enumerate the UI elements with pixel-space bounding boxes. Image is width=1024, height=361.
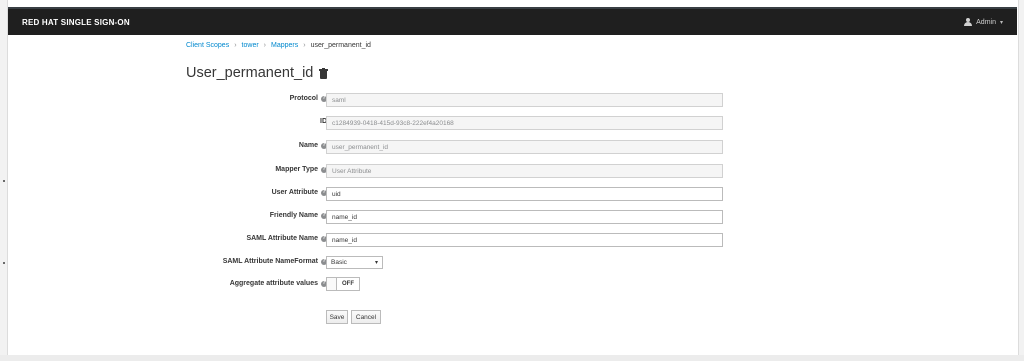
toggle-state: OFF xyxy=(342,281,354,287)
form-row-mapper-type: Mapper Type ? xyxy=(8,164,1017,178)
saml-attribute-name-label-text: SAML Attribute Name xyxy=(246,235,318,242)
trash-icon[interactable] xyxy=(319,67,329,79)
window-right-edge xyxy=(1018,0,1024,361)
protocol-label-text: Protocol xyxy=(289,95,318,102)
id-field xyxy=(326,116,723,130)
form-row-id: ID xyxy=(8,116,1017,130)
form-row-aggregate: Aggregate attribute values ? OFF xyxy=(8,277,1017,292)
aggregate-label: Aggregate attribute values ? xyxy=(230,280,327,287)
saml-nameformat-selected: Basic xyxy=(331,259,347,266)
user-icon xyxy=(964,18,973,26)
name-label: Name ? xyxy=(299,142,327,149)
page-title-text: User_permanent_id xyxy=(186,65,314,81)
cancel-button[interactable]: Cancel xyxy=(351,310,381,324)
breadcrumb: Client Scopes › tower › Mappers › user_p… xyxy=(186,42,371,49)
chevron-down-icon: ▾ xyxy=(999,19,1003,26)
breadcrumb-current: user_permanent_id xyxy=(310,42,371,49)
aggregate-label-text: Aggregate attribute values xyxy=(229,280,318,287)
mapper-type-label: Mapper Type ? xyxy=(275,166,327,173)
breadcrumb-client-scopes[interactable]: Client Scopes xyxy=(186,42,229,49)
protocol-field xyxy=(326,93,723,107)
breadcrumb-mappers[interactable]: Mappers xyxy=(271,42,298,49)
chevron-down-icon: ▾ xyxy=(374,260,378,266)
user-menu[interactable]: Admin ▾ xyxy=(964,18,1017,26)
name-label-text: Name xyxy=(298,142,318,149)
friendly-name-label: Friendly Name ? xyxy=(270,212,327,219)
protocol-label: Protocol ? xyxy=(290,95,327,102)
saml-nameformat-label-text: SAML Attribute NameFormat xyxy=(222,258,318,265)
window-bottom-edge xyxy=(0,355,1024,361)
top-navbar: RED HAT SINGLE SIGN-ON Admin ▾ xyxy=(8,7,1017,35)
form-row-saml-nameformat: SAML Attribute NameFormat ? Basic ▾ xyxy=(8,256,1017,270)
friendly-name-label-text: Friendly Name xyxy=(269,212,318,219)
form-row-user-attribute: User Attribute ? xyxy=(8,187,1017,201)
form-row-friendly-name: Friendly Name ? xyxy=(8,210,1017,224)
user-attribute-label: User Attribute ? xyxy=(272,189,327,196)
mapper-type-label-text: Mapper Type xyxy=(275,166,318,173)
edge-marker xyxy=(3,180,5,182)
breadcrumb-separator: › xyxy=(234,42,237,49)
save-button[interactable]: Save xyxy=(326,310,348,324)
edge-marker xyxy=(3,262,5,264)
window-left-edge xyxy=(0,0,8,361)
form-row-name: Name ? xyxy=(8,140,1017,154)
breadcrumb-tower[interactable]: tower xyxy=(242,42,259,49)
aggregate-toggle[interactable]: OFF xyxy=(326,277,360,291)
brand-title: RED HAT SINGLE SIGN-ON xyxy=(22,17,130,27)
user-menu-label: Admin xyxy=(976,18,996,26)
saml-nameformat-label: SAML Attribute NameFormat ? xyxy=(223,258,327,265)
saml-attribute-name-input[interactable] xyxy=(326,233,723,247)
form-row-saml-attribute-name: SAML Attribute Name ? xyxy=(8,233,1017,247)
page-title: User_permanent_id xyxy=(186,65,329,81)
form-actions: Save Cancel xyxy=(8,310,1017,324)
form-row-protocol: Protocol ? xyxy=(8,93,1017,107)
name-field xyxy=(326,140,723,154)
user-attribute-label-text: User Attribute xyxy=(271,189,318,196)
breadcrumb-separator: › xyxy=(303,42,306,49)
user-attribute-input[interactable] xyxy=(326,187,723,201)
mapper-type-field xyxy=(326,164,723,178)
saml-nameformat-select[interactable]: Basic ▾ xyxy=(326,256,383,269)
breadcrumb-separator: › xyxy=(263,42,267,49)
saml-attribute-name-label: SAML Attribute Name ? xyxy=(246,235,327,242)
toggle-handle xyxy=(327,278,337,290)
friendly-name-input[interactable] xyxy=(326,210,723,224)
main-content: Client Scopes › tower › Mappers › user_p… xyxy=(8,35,1017,355)
